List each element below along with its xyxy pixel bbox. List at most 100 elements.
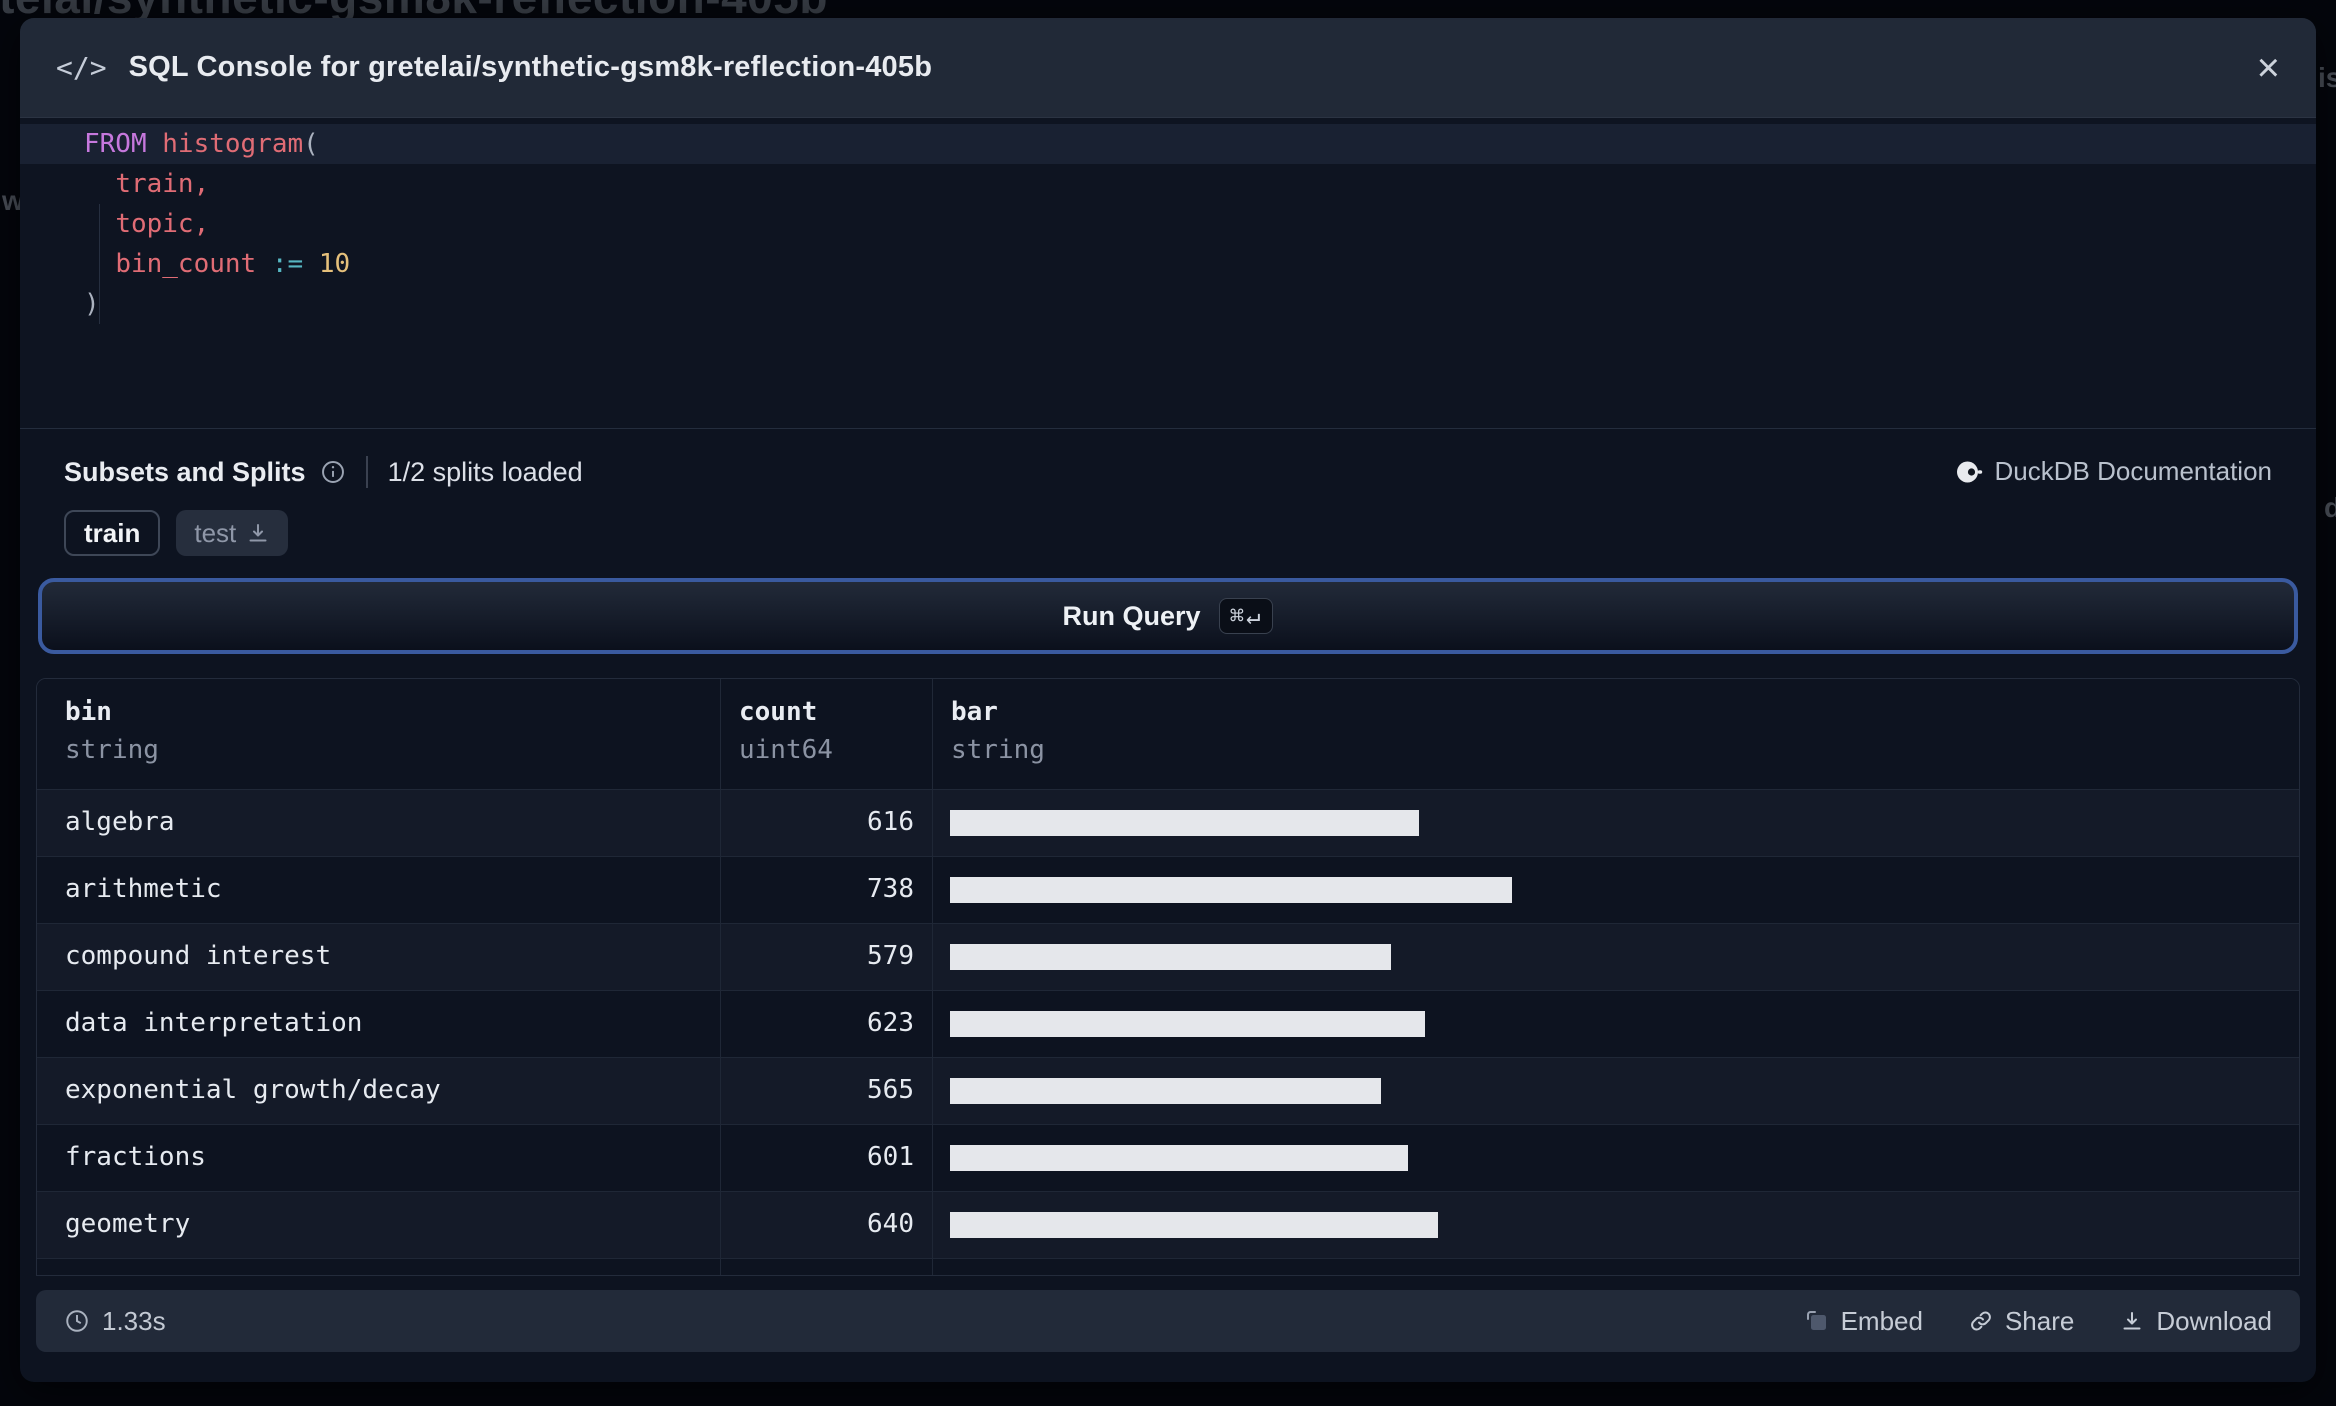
histogram-bar [950,810,1419,836]
subsets-title: Subsets and Splits [64,456,306,487]
info-icon[interactable] [320,459,346,485]
code-line: topic, [20,204,2316,244]
split-button-test[interactable]: test [176,510,289,556]
split-button-train[interactable]: train [64,510,161,556]
backdrop-page-strip: gretelai/synthetic-gsm8k-reflection-405b [0,0,1200,18]
cell-count: 640 [720,1192,932,1258]
histogram-bar [950,1011,1425,1037]
code-token: , [193,209,210,239]
code-line: FROM histogram( [20,124,2316,164]
cell-bin: geometry [65,1209,191,1239]
cell-bar [932,991,2299,1057]
download-icon [2120,1309,2144,1333]
download-icon [246,521,270,545]
embed-button[interactable]: Embed [1805,1306,1923,1337]
cell-count: 738 [720,857,932,923]
results-table-header: bin string count uint64 bar string [37,679,2299,790]
code-token: ( [303,129,319,159]
cell-count: 565 [720,1058,932,1124]
cmd-enter-shortcut-badge: ⌘↵ [1218,598,1274,634]
column-type: uint64 [739,735,833,765]
table-row: geometry 640 [37,1192,2299,1259]
splits-loaded-status: 1/2 splits loaded [387,456,583,487]
cell-bar [932,1125,2299,1191]
cell-bar [932,1192,2299,1258]
column-name: bin [65,697,112,727]
histogram-bar [950,1212,1438,1238]
column-type: string [65,735,159,765]
table-row: algebra 616 [37,790,2299,857]
histogram-bar [950,1145,1408,1171]
code-line: ) [20,284,2316,324]
code-token: bin_count [115,249,257,279]
cell-bar [932,857,2299,923]
backdrop-text-fragment: is [2318,62,2336,93]
column-header-bin: bin string [37,679,720,789]
sql-editor[interactable]: FROM histogram( train, topic, bin_count … [20,118,2316,429]
code-token: FROM [84,129,147,159]
download-button[interactable]: Download [2120,1306,2272,1337]
share-label: Share [2004,1305,2075,1336]
duckdb-documentation-link[interactable]: DuckDB Documentation [1955,456,2272,487]
cell-bin: compound interest [65,941,332,971]
cell-bin [37,1259,720,1275]
subsets-and-splits-row: Subsets and Splits 1/2 splits loaded [64,450,583,494]
code-token: ) [84,289,100,319]
code-token: histogram [162,129,304,159]
code-token: 10 [318,249,351,279]
cell-bar [932,924,2299,990]
column-name: bar [951,697,998,727]
backdrop-page-title: gretelai/synthetic-gsm8k-reflection-405b [0,0,828,18]
cell-bin: exponential growth/decay [65,1075,441,1105]
code-token: topic [115,209,194,239]
close-icon[interactable]: × [2257,48,2280,88]
table-row: compound interest 579 [37,924,2299,991]
cell-bar [932,1058,2299,1124]
table-row [37,1259,2299,1275]
footer-actions: Embed Share Download [1805,1306,2272,1337]
histogram-bar [950,944,1391,970]
histogram-bar [950,1078,1381,1104]
share-button[interactable]: Share [1969,1306,2074,1337]
run-query-label: Run Query [1062,600,1201,631]
cell-count: 601 [720,1125,932,1191]
code-icon: </> [56,51,107,84]
results-table[interactable]: bin string count uint64 bar string algebra 616… [36,678,2300,1276]
cell-count: 616 [720,790,932,856]
cell-count: 579 [720,924,932,990]
modal-footer: 1.33s Embed Share Download [36,1290,2300,1352]
split-label: train [84,517,141,548]
cell-bin: arithmetic [65,874,222,904]
indent-guide [99,204,100,324]
duckdb-documentation-label: DuckDB Documentation [1994,456,2272,486]
modal-header: </> SQL Console for gretelai/synthetic-g… [20,18,2316,118]
cell-bin: data interpretation [65,1008,363,1038]
code-line: bin_count := 10 [20,244,2316,284]
cell-bin: fractions [65,1142,206,1172]
vertical-divider [365,456,368,488]
run-query-button[interactable]: Run Query ⌘↵ [38,578,2298,654]
download-label: Download [2156,1305,2272,1336]
share-icon [1969,1309,1993,1333]
cell-bar [932,790,2299,856]
table-row: arithmetic 738 [37,857,2299,924]
backdrop-text-fragment: d [2324,492,2336,523]
column-header-count: count uint64 [720,679,932,789]
modal-title: SQL Console for gretelai/synthetic-gsm8k… [128,51,933,83]
query-duration: 1.33s [64,1306,166,1337]
table-row: exponential growth/decay 565 [37,1058,2299,1125]
cell-bin: algebra [65,807,175,837]
clock-icon [64,1308,90,1334]
embed-label: Embed [1840,1305,1923,1336]
cell-count: 623 [720,991,932,1057]
code-line: train, [20,164,2316,204]
sql-console-modal: </> SQL Console for gretelai/synthetic-g… [20,18,2316,1382]
embed-icon [1805,1309,1829,1333]
table-row: fractions 601 [37,1125,2299,1192]
code-token: train [115,169,194,199]
query-duration-value: 1.33s [102,1305,166,1336]
column-header-bar: bar string [932,679,2299,789]
